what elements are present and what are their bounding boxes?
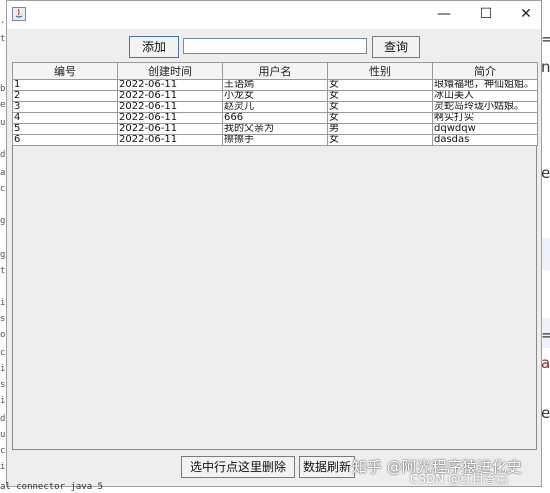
background-glyph: = [541,326,550,344]
table-cell: 我的父亲为 [222,123,328,135]
user-table[interactable]: 编号 创建时间 用户名 性别 简介 1 2022-06-11 王语嫣 女 琅嬛福… [12,62,538,450]
table-cell: 赵灵儿 [222,101,328,113]
close-icon[interactable]: ✕ [509,1,543,29]
column-header-id[interactable]: 编号 [12,62,118,80]
table-cell: 2022-06-11 [117,112,223,124]
background-glyph: e [541,404,550,422]
table-cell: 女 [327,79,433,91]
table-cell: 666 [222,112,328,124]
background-glyph: a [541,354,550,372]
table-cell: 2022-06-11 [117,101,223,113]
table-header-row: 编号 创建时间 用户名 性别 简介 [12,62,538,80]
table-cell: 王语嫣 [222,79,328,91]
table-cell: 6 [12,134,118,146]
table-row[interactable]: 6 2022-06-11 擦擦手 女 dasdas [12,134,538,146]
table-cell: 5 [12,123,118,135]
table-row[interactable]: 2 2022-06-11 小龙女 女 冰山美人 [12,90,538,102]
column-header-username[interactable]: 用户名 [222,62,328,80]
table-row[interactable]: 5 2022-06-11 我的父亲为 男 dqwdqw [12,123,538,135]
table-cell: 2022-06-11 [117,123,223,135]
table-cell: 男 [327,123,433,135]
java-app-icon [12,7,26,21]
table-cell: 4 [12,112,118,124]
maximize-icon[interactable]: ☐ [469,1,503,29]
app-window: — ☐ ✕ 添加 查询 编号 创建时间 用户名 性别 简介 1 2022-06-… [6,0,542,487]
background-glyph: n [541,58,550,76]
watermark-csdn: CSDN @红目香薰 [410,472,509,486]
table-cell: 1 [12,79,118,91]
table-cell: dasdas [432,134,538,146]
query-button[interactable]: 查询 [372,36,420,58]
refresh-data-button[interactable]: 数据刷新 [299,456,355,478]
table-cell: 2 [12,90,118,102]
search-input[interactable] [183,38,367,54]
table-cell: 女 [327,90,433,102]
table-cell: 2022-06-11 [117,134,223,146]
table-cell: dqwdqw [432,123,538,135]
column-header-intro[interactable]: 简介 [432,62,538,80]
table-cell: 女 [327,134,433,146]
background-code-line: al connector java 5 [0,482,103,492]
table-cell: 灵蛇岛玲珑小姑娘。 [432,101,538,113]
table-cell: 冰山美人 [432,90,538,102]
background-glyph: e [541,164,550,182]
table-cell: 女 [327,112,433,124]
table-cell: 2022-06-11 [117,79,223,91]
background-glyph: = [541,30,550,48]
table-row[interactable]: 3 2022-06-11 赵灵儿 女 灵蛇岛玲珑小姑娘。 [12,101,538,113]
table-row[interactable]: 1 2022-06-11 王语嫣 女 琅嬛福地，神仙姐姐。 [12,79,538,91]
minimize-icon[interactable]: — [427,1,461,29]
table-cell: 啊实打实 [432,112,538,124]
table-cell: 擦擦手 [222,134,328,146]
table-cell: 2022-06-11 [117,90,223,102]
table-cell: 女 [327,101,433,113]
table-row[interactable]: 4 2022-06-11 666 女 啊实打实 [12,112,538,124]
table-cell: 小龙女 [222,90,328,102]
column-header-gender[interactable]: 性别 [327,62,433,80]
delete-selected-button[interactable]: 选中行点这里删除 [181,456,295,478]
column-header-created[interactable]: 创建时间 [117,62,223,80]
table-cell: 琅嬛福地，神仙姐姐。 [432,79,538,91]
table-cell: 3 [12,101,118,113]
add-button[interactable]: 添加 [129,36,179,58]
title-bar[interactable]: — ☐ ✕ [7,1,541,29]
